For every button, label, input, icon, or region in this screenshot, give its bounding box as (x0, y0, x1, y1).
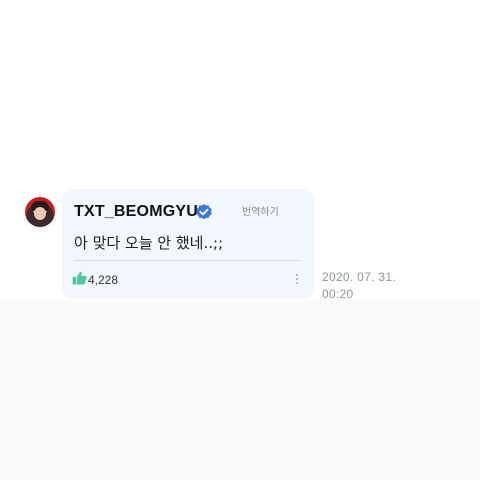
timestamp: 2020. 07. 31. 00:20 (322, 269, 396, 303)
translate-button[interactable]: 번역하기 (242, 203, 279, 218)
more-vertical-icon[interactable] (294, 273, 300, 287)
username[interactable]: TXT_BEOMGYU (74, 203, 198, 221)
timestamp-date: 2020. 07. 31. (322, 270, 396, 284)
thumbs-up-icon[interactable] (71, 270, 88, 287)
comment-bubble: TXT_BEOMGYU 번역하기 아 맞다 오늘 안 했네..;; 4,228 (62, 189, 314, 299)
more-dot (296, 282, 298, 284)
more-dot (296, 278, 298, 280)
avatar-face (34, 207, 46, 220)
comment-item: TXT_BEOMGYU 번역하기 아 맞다 오늘 안 했네..;; 4,228 … (0, 0, 480, 480)
divider (74, 260, 300, 261)
more-dot (296, 274, 298, 276)
verified-badge-icon (196, 204, 212, 220)
timestamp-time: 00:20 (322, 287, 354, 301)
avatar[interactable] (25, 197, 55, 227)
comment-text: 아 맞다 오늘 안 했네..;; (74, 234, 224, 252)
like-count: 4,228 (88, 273, 119, 287)
